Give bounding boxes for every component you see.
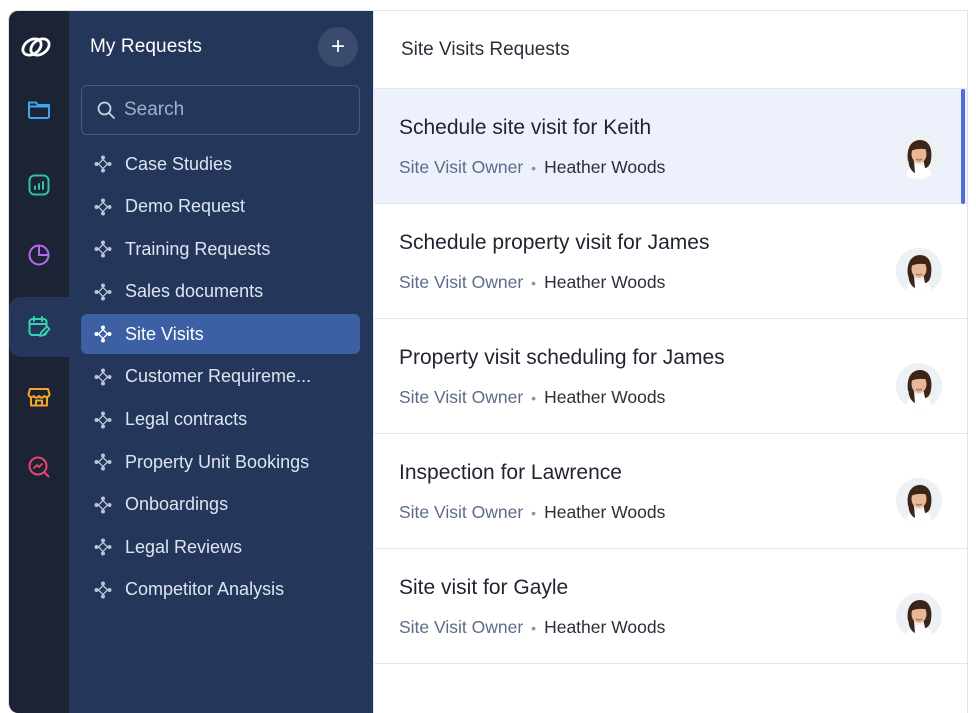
request-title: Property visit scheduling for James xyxy=(399,346,725,369)
avatar-image xyxy=(896,133,942,179)
icon-rail xyxy=(9,11,69,713)
page-title: Site Visits Requests xyxy=(374,11,967,89)
separator-dot: • xyxy=(531,275,537,291)
owner-name: Heather Woods xyxy=(544,502,666,522)
module-icon xyxy=(94,538,112,556)
owner-label: Site Visit Owner xyxy=(399,272,524,292)
sidebar-item-label: Case Studies xyxy=(125,153,233,174)
request-row[interactable]: Schedule site visit for Keith Site Visit … xyxy=(374,89,967,204)
folder-icon xyxy=(28,101,50,119)
request-list: Schedule site visit for Keith Site Visit … xyxy=(374,89,967,664)
avatar-image xyxy=(896,478,942,524)
avatar[interactable] xyxy=(896,248,942,294)
sidebar-item-legal-contracts[interactable]: Legal contracts xyxy=(81,400,360,440)
avatar[interactable] xyxy=(896,133,942,179)
owner-label: Site Visit Owner xyxy=(399,617,524,637)
requests-sidebar: My Requests + Search Case Studies Demo Re… xyxy=(69,11,373,713)
owner-label: Site Visit Owner xyxy=(399,387,524,407)
search-input[interactable]: Search xyxy=(81,85,360,135)
sidebar-item-training-requests[interactable]: Training Requests xyxy=(81,229,360,269)
request-title: Site visit for Gayle xyxy=(399,576,569,599)
app-window: My Requests + Search Case Studies Demo Re… xyxy=(8,10,968,713)
sidebar-item-label: Competitor Analysis xyxy=(125,579,285,600)
request-title: Schedule property visit for James xyxy=(399,231,710,254)
sidebar-item-case-studies[interactable]: Case Studies xyxy=(81,144,360,184)
analytics-icon xyxy=(28,174,50,196)
request-meta: Site Visit Owner • Heather Woods xyxy=(399,157,665,178)
rail-item-insights[interactable] xyxy=(9,437,69,497)
module-icon xyxy=(94,198,112,216)
rail-item-folders[interactable] xyxy=(9,79,69,139)
sidebar-item-label: Demo Request xyxy=(125,196,246,217)
pie-chart-icon xyxy=(28,244,50,266)
sidebar-item-legal-reviews[interactable]: Legal Reviews xyxy=(81,527,360,567)
add-request-button[interactable]: + xyxy=(318,27,358,67)
module-icon xyxy=(94,155,112,173)
avatar-image xyxy=(896,248,942,294)
owner-name: Heather Woods xyxy=(544,272,666,292)
avatar[interactable] xyxy=(896,363,942,409)
sidebar-item-demo-request[interactable]: Demo Request xyxy=(81,187,360,227)
owner-name: Heather Woods xyxy=(544,157,666,177)
separator-dot: • xyxy=(531,620,537,636)
request-meta: Site Visit Owner • Heather Woods xyxy=(399,272,665,293)
separator-dot: • xyxy=(531,390,537,406)
search-placeholder: Search xyxy=(124,99,185,120)
request-meta: Site Visit Owner • Heather Woods xyxy=(399,387,665,408)
request-row[interactable]: Schedule property visit for James Site Vi… xyxy=(374,204,967,319)
owner-label: Site Visit Owner xyxy=(399,157,524,177)
search-icon xyxy=(97,101,115,119)
sidebar-item-label: Site Visits xyxy=(125,323,204,344)
sidebar-item-property-unit-bookings[interactable]: Property Unit Bookings xyxy=(81,442,360,482)
module-icon xyxy=(94,368,112,386)
request-meta: Site Visit Owner • Heather Woods xyxy=(399,502,665,523)
avatar-image xyxy=(896,363,942,409)
calendar-edit-icon xyxy=(28,316,51,337)
sidebar-item-site-visits[interactable]: Site Visits xyxy=(81,314,360,355)
avatar-image xyxy=(896,593,942,639)
module-icon xyxy=(94,240,112,258)
module-icon xyxy=(94,453,112,471)
sidebar-item-competitor-analysis[interactable]: Competitor Analysis xyxy=(81,570,360,610)
request-meta: Site Visit Owner • Heather Woods xyxy=(399,617,665,638)
sidebar-list: Case Studies Demo Request Training Request… xyxy=(81,144,360,613)
request-row[interactable]: Inspection for Lawrence Site Visit Owner •… xyxy=(374,434,967,549)
avatar[interactable] xyxy=(896,478,942,524)
owner-name: Heather Woods xyxy=(544,387,666,407)
sidebar-title: My Requests xyxy=(90,36,202,57)
sidebar-item-label: Training Requests xyxy=(125,238,271,259)
sidebar-item-label: Customer Requireme... xyxy=(125,366,312,387)
sidebar-item-onboardings[interactable]: Onboardings xyxy=(81,485,360,525)
request-title: Schedule site visit for Keith xyxy=(399,116,652,139)
request-row[interactable]: Site visit for Gayle Site Visit Owner • Hea… xyxy=(374,549,967,664)
rail-item-analytics[interactable] xyxy=(9,155,69,215)
avatar[interactable] xyxy=(896,593,942,639)
module-icon xyxy=(94,581,112,599)
sidebar-item-label: Legal contracts xyxy=(125,409,248,430)
separator-dot: • xyxy=(531,505,537,521)
search-analytics-icon xyxy=(28,456,50,478)
sidebar-item-sales-documents[interactable]: Sales documents xyxy=(81,272,360,312)
separator-dot: • xyxy=(531,160,537,176)
owner-label: Site Visit Owner xyxy=(399,502,524,522)
rail-item-requests[interactable] xyxy=(9,297,69,357)
owner-name: Heather Woods xyxy=(544,617,666,637)
store-icon xyxy=(27,388,51,407)
request-title: Inspection for Lawrence xyxy=(399,461,622,484)
request-row[interactable]: Property visit scheduling for James Site … xyxy=(374,319,967,434)
module-icon xyxy=(94,325,112,343)
rail-item-store[interactable] xyxy=(9,367,69,427)
sidebar-item-label: Property Unit Bookings xyxy=(125,451,310,472)
module-icon xyxy=(94,283,112,301)
sidebar-item-label: Sales documents xyxy=(125,281,264,302)
rail-item-reports[interactable] xyxy=(9,225,69,285)
logo-icon[interactable] xyxy=(19,30,53,64)
module-icon xyxy=(94,496,112,514)
main-panel: Site Visits Requests Schedule site visit… xyxy=(373,11,967,713)
sidebar-item-label: Legal Reviews xyxy=(125,536,243,557)
module-icon xyxy=(94,411,112,429)
sidebar-item-label: Onboardings xyxy=(125,494,229,515)
sidebar-item-customer-requireme[interactable]: Customer Requireme... xyxy=(81,357,360,397)
